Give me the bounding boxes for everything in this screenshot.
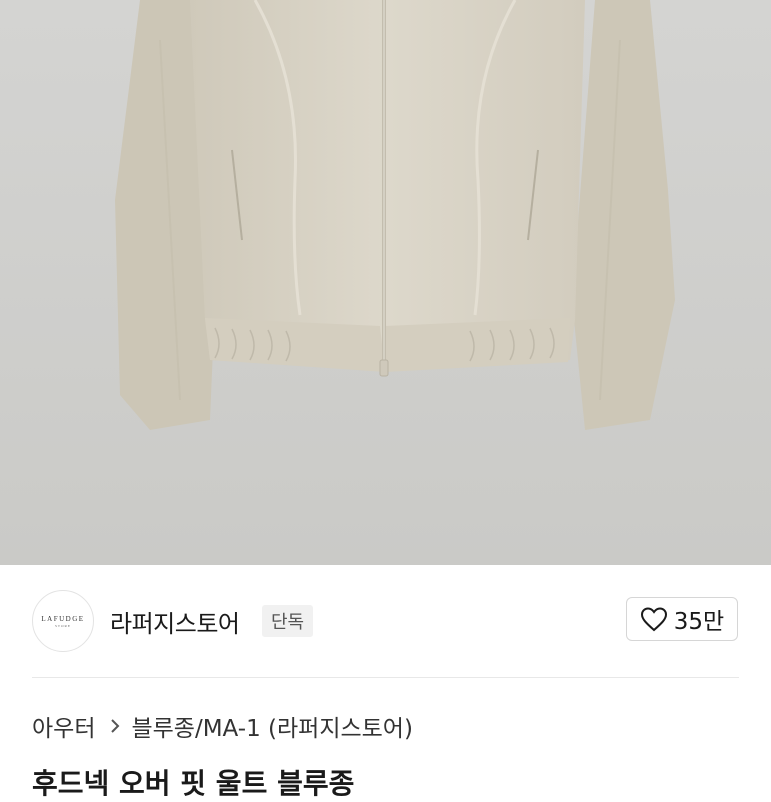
breadcrumb-parent[interactable]: 아우터	[32, 709, 95, 743]
chevron-right-icon	[111, 719, 120, 733]
jacket-illustration	[0, 0, 771, 565]
like-count: 35만	[673, 609, 725, 635]
like-button[interactable]: 35만	[626, 597, 738, 641]
product-title: 후드넥 오버 핏 울트 블루종	[32, 767, 355, 800]
breadcrumb: 아우터 블루종/MA-1 (라퍼지스토어)	[32, 710, 413, 742]
store-name[interactable]: 라퍼지스토어	[110, 604, 240, 639]
exclusive-badge: 단독	[262, 605, 314, 637]
store-logo[interactable]: LAFUDGE STORE	[32, 590, 94, 652]
store-logo-subtext: STORE	[54, 623, 72, 628]
divider	[32, 677, 739, 678]
store-logo-text: LAFUDGE	[41, 614, 85, 623]
breadcrumb-current[interactable]: 블루종/MA-1 (라퍼지스토어)	[131, 709, 412, 743]
heart-outline-icon	[640, 607, 667, 632]
product-image[interactable]	[0, 0, 771, 565]
store-row: LAFUDGE STORE 라퍼지스토어 단독 35만	[0, 565, 771, 677]
